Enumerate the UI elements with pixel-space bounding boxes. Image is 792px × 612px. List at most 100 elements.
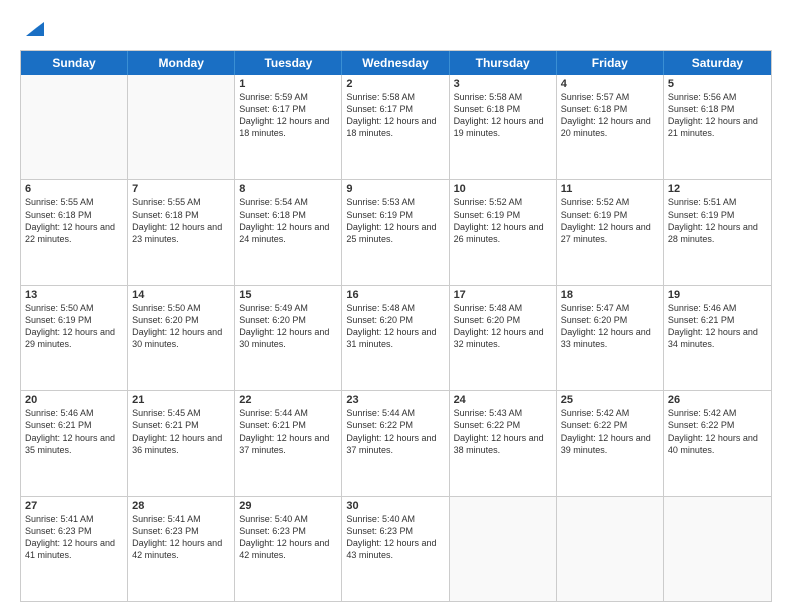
day-number: 6 xyxy=(25,183,123,195)
day-number: 11 xyxy=(561,183,659,195)
calendar-cell-3-1: 13Sunrise: 5:50 AM Sunset: 6:19 PM Dayli… xyxy=(21,286,128,390)
calendar-cell-1-1 xyxy=(21,75,128,179)
day-number: 24 xyxy=(454,394,552,406)
calendar-cell-4-5: 24Sunrise: 5:43 AM Sunset: 6:22 PM Dayli… xyxy=(450,391,557,495)
day-info: Sunrise: 5:42 AM Sunset: 6:22 PM Dayligh… xyxy=(561,407,659,456)
day-number: 2 xyxy=(346,78,444,90)
calendar-cell-5-4: 30Sunrise: 5:40 AM Sunset: 6:23 PM Dayli… xyxy=(342,497,449,601)
calendar-cell-5-1: 27Sunrise: 5:41 AM Sunset: 6:23 PM Dayli… xyxy=(21,497,128,601)
calendar-week-2: 6Sunrise: 5:55 AM Sunset: 6:18 PM Daylig… xyxy=(21,180,771,285)
day-number: 16 xyxy=(346,289,444,301)
day-number: 3 xyxy=(454,78,552,90)
calendar-cell-1-3: 1Sunrise: 5:59 AM Sunset: 6:17 PM Daylig… xyxy=(235,75,342,179)
calendar-cell-1-7: 5Sunrise: 5:56 AM Sunset: 6:18 PM Daylig… xyxy=(664,75,771,179)
header-tuesday: Tuesday xyxy=(235,51,342,75)
calendar-cell-3-2: 14Sunrise: 5:50 AM Sunset: 6:20 PM Dayli… xyxy=(128,286,235,390)
logo xyxy=(20,18,44,40)
day-info: Sunrise: 5:50 AM Sunset: 6:20 PM Dayligh… xyxy=(132,302,230,351)
calendar-cell-5-5 xyxy=(450,497,557,601)
day-info: Sunrise: 5:41 AM Sunset: 6:23 PM Dayligh… xyxy=(25,513,123,562)
calendar: Sunday Monday Tuesday Wednesday Thursday… xyxy=(20,50,772,602)
calendar-cell-2-7: 12Sunrise: 5:51 AM Sunset: 6:19 PM Dayli… xyxy=(664,180,771,284)
day-info: Sunrise: 5:46 AM Sunset: 6:21 PM Dayligh… xyxy=(668,302,767,351)
day-info: Sunrise: 5:51 AM Sunset: 6:19 PM Dayligh… xyxy=(668,196,767,245)
calendar-cell-4-4: 23Sunrise: 5:44 AM Sunset: 6:22 PM Dayli… xyxy=(342,391,449,495)
header-sunday: Sunday xyxy=(21,51,128,75)
calendar-cell-3-3: 15Sunrise: 5:49 AM Sunset: 6:20 PM Dayli… xyxy=(235,286,342,390)
header-friday: Friday xyxy=(557,51,664,75)
header-thursday: Thursday xyxy=(450,51,557,75)
calendar-body: 1Sunrise: 5:59 AM Sunset: 6:17 PM Daylig… xyxy=(21,75,771,601)
day-info: Sunrise: 5:41 AM Sunset: 6:23 PM Dayligh… xyxy=(132,513,230,562)
day-number: 25 xyxy=(561,394,659,406)
day-info: Sunrise: 5:48 AM Sunset: 6:20 PM Dayligh… xyxy=(346,302,444,351)
day-info: Sunrise: 5:55 AM Sunset: 6:18 PM Dayligh… xyxy=(25,196,123,245)
day-info: Sunrise: 5:44 AM Sunset: 6:22 PM Dayligh… xyxy=(346,407,444,456)
calendar-cell-3-6: 18Sunrise: 5:47 AM Sunset: 6:20 PM Dayli… xyxy=(557,286,664,390)
calendar-cell-5-6 xyxy=(557,497,664,601)
header-monday: Monday xyxy=(128,51,235,75)
day-number: 26 xyxy=(668,394,767,406)
day-info: Sunrise: 5:42 AM Sunset: 6:22 PM Dayligh… xyxy=(668,407,767,456)
day-number: 30 xyxy=(346,500,444,512)
calendar-week-3: 13Sunrise: 5:50 AM Sunset: 6:19 PM Dayli… xyxy=(21,286,771,391)
calendar-cell-2-2: 7Sunrise: 5:55 AM Sunset: 6:18 PM Daylig… xyxy=(128,180,235,284)
day-number: 21 xyxy=(132,394,230,406)
calendar-cell-1-4: 2Sunrise: 5:58 AM Sunset: 6:17 PM Daylig… xyxy=(342,75,449,179)
day-info: Sunrise: 5:50 AM Sunset: 6:19 PM Dayligh… xyxy=(25,302,123,351)
day-info: Sunrise: 5:48 AM Sunset: 6:20 PM Dayligh… xyxy=(454,302,552,351)
day-info: Sunrise: 5:53 AM Sunset: 6:19 PM Dayligh… xyxy=(346,196,444,245)
calendar-cell-3-7: 19Sunrise: 5:46 AM Sunset: 6:21 PM Dayli… xyxy=(664,286,771,390)
day-number: 10 xyxy=(454,183,552,195)
calendar-cell-4-3: 22Sunrise: 5:44 AM Sunset: 6:21 PM Dayli… xyxy=(235,391,342,495)
day-number: 20 xyxy=(25,394,123,406)
calendar-cell-5-7 xyxy=(664,497,771,601)
day-info: Sunrise: 5:44 AM Sunset: 6:21 PM Dayligh… xyxy=(239,407,337,456)
calendar-cell-1-2 xyxy=(128,75,235,179)
day-number: 13 xyxy=(25,289,123,301)
day-number: 4 xyxy=(561,78,659,90)
day-info: Sunrise: 5:43 AM Sunset: 6:22 PM Dayligh… xyxy=(454,407,552,456)
day-info: Sunrise: 5:58 AM Sunset: 6:18 PM Dayligh… xyxy=(454,91,552,140)
day-number: 17 xyxy=(454,289,552,301)
calendar-cell-2-5: 10Sunrise: 5:52 AM Sunset: 6:19 PM Dayli… xyxy=(450,180,557,284)
day-info: Sunrise: 5:58 AM Sunset: 6:17 PM Dayligh… xyxy=(346,91,444,140)
calendar-week-5: 27Sunrise: 5:41 AM Sunset: 6:23 PM Dayli… xyxy=(21,497,771,601)
day-info: Sunrise: 5:57 AM Sunset: 6:18 PM Dayligh… xyxy=(561,91,659,140)
day-number: 23 xyxy=(346,394,444,406)
day-info: Sunrise: 5:47 AM Sunset: 6:20 PM Dayligh… xyxy=(561,302,659,351)
day-number: 22 xyxy=(239,394,337,406)
calendar-cell-4-2: 21Sunrise: 5:45 AM Sunset: 6:21 PM Dayli… xyxy=(128,391,235,495)
day-number: 28 xyxy=(132,500,230,512)
calendar-cell-2-1: 6Sunrise: 5:55 AM Sunset: 6:18 PM Daylig… xyxy=(21,180,128,284)
day-number: 14 xyxy=(132,289,230,301)
calendar-cell-1-5: 3Sunrise: 5:58 AM Sunset: 6:18 PM Daylig… xyxy=(450,75,557,179)
calendar-cell-4-1: 20Sunrise: 5:46 AM Sunset: 6:21 PM Dayli… xyxy=(21,391,128,495)
day-info: Sunrise: 5:46 AM Sunset: 6:21 PM Dayligh… xyxy=(25,407,123,456)
calendar-week-4: 20Sunrise: 5:46 AM Sunset: 6:21 PM Dayli… xyxy=(21,391,771,496)
header xyxy=(20,18,772,40)
day-number: 1 xyxy=(239,78,337,90)
calendar-cell-2-4: 9Sunrise: 5:53 AM Sunset: 6:19 PM Daylig… xyxy=(342,180,449,284)
day-number: 19 xyxy=(668,289,767,301)
day-number: 27 xyxy=(25,500,123,512)
calendar-week-1: 1Sunrise: 5:59 AM Sunset: 6:17 PM Daylig… xyxy=(21,75,771,180)
header-wednesday: Wednesday xyxy=(342,51,449,75)
day-info: Sunrise: 5:40 AM Sunset: 6:23 PM Dayligh… xyxy=(346,513,444,562)
day-info: Sunrise: 5:55 AM Sunset: 6:18 PM Dayligh… xyxy=(132,196,230,245)
calendar-cell-3-5: 17Sunrise: 5:48 AM Sunset: 6:20 PM Dayli… xyxy=(450,286,557,390)
day-number: 18 xyxy=(561,289,659,301)
calendar-header-row: Sunday Monday Tuesday Wednesday Thursday… xyxy=(21,51,771,75)
calendar-cell-4-7: 26Sunrise: 5:42 AM Sunset: 6:22 PM Dayli… xyxy=(664,391,771,495)
calendar-cell-2-6: 11Sunrise: 5:52 AM Sunset: 6:19 PM Dayli… xyxy=(557,180,664,284)
day-info: Sunrise: 5:52 AM Sunset: 6:19 PM Dayligh… xyxy=(454,196,552,245)
day-info: Sunrise: 5:49 AM Sunset: 6:20 PM Dayligh… xyxy=(239,302,337,351)
day-info: Sunrise: 5:40 AM Sunset: 6:23 PM Dayligh… xyxy=(239,513,337,562)
page: Sunday Monday Tuesday Wednesday Thursday… xyxy=(0,0,792,612)
day-info: Sunrise: 5:54 AM Sunset: 6:18 PM Dayligh… xyxy=(239,196,337,245)
day-number: 9 xyxy=(346,183,444,195)
day-info: Sunrise: 5:59 AM Sunset: 6:17 PM Dayligh… xyxy=(239,91,337,140)
day-number: 12 xyxy=(668,183,767,195)
calendar-cell-5-3: 29Sunrise: 5:40 AM Sunset: 6:23 PM Dayli… xyxy=(235,497,342,601)
day-info: Sunrise: 5:52 AM Sunset: 6:19 PM Dayligh… xyxy=(561,196,659,245)
